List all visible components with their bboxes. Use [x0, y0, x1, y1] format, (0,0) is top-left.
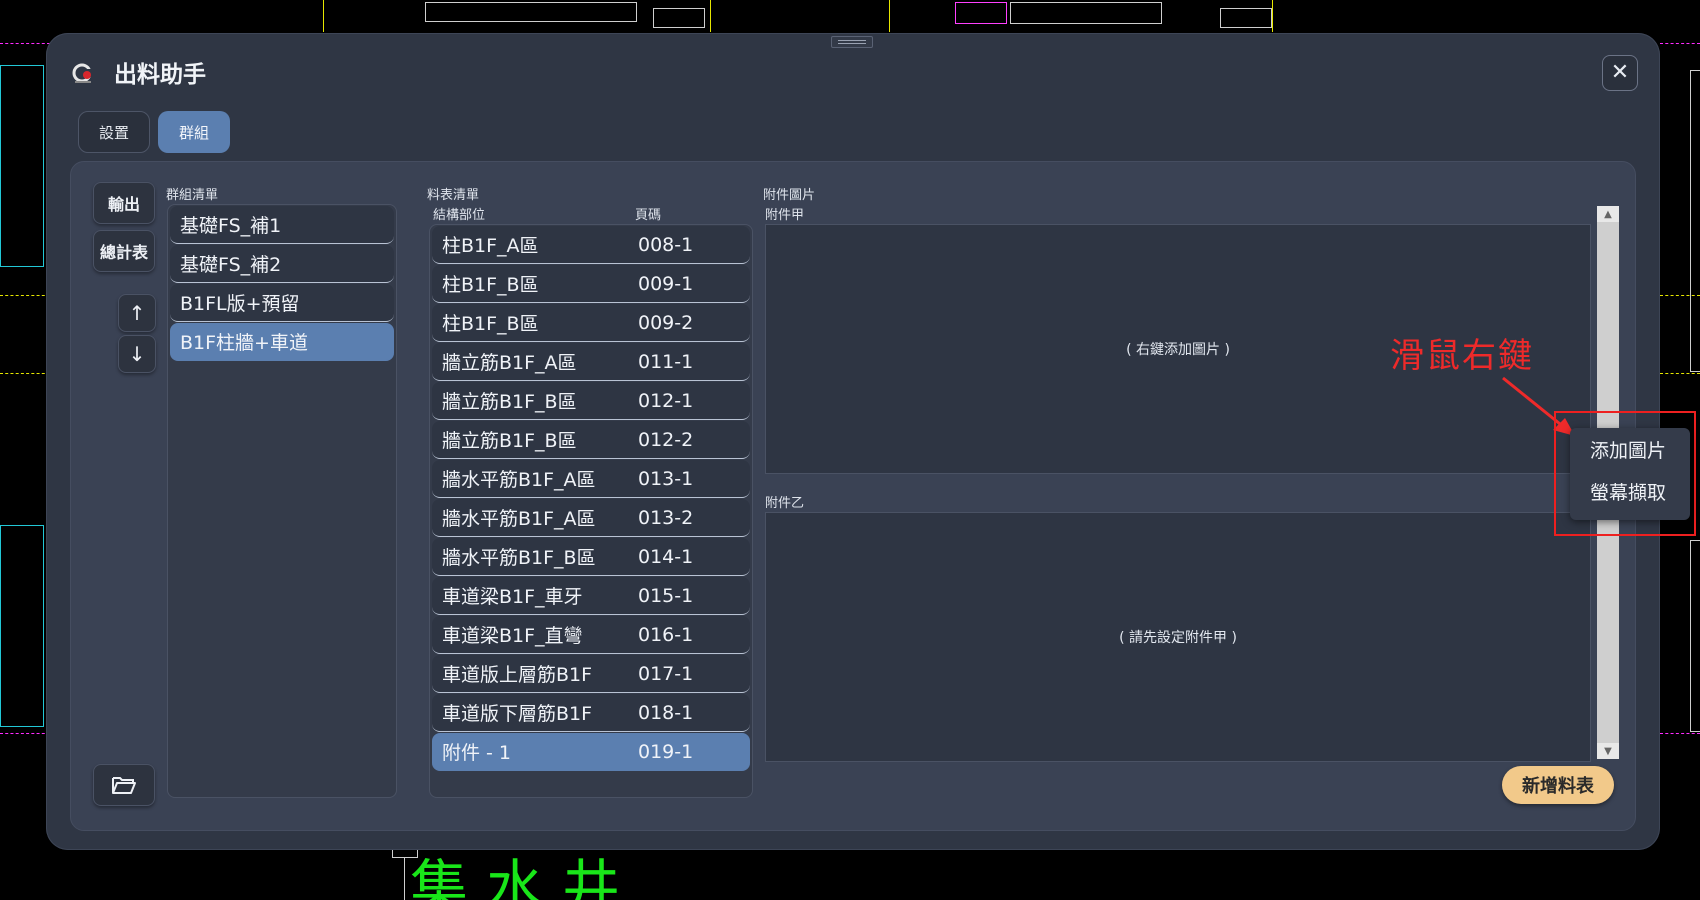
group-name: 基礎FS_補1 [180, 215, 282, 237]
sheet-part: 車道梁B1F_直彎 [442, 625, 583, 647]
drag-handle[interactable] [831, 36, 873, 48]
sheet-list[interactable]: 柱B1F_A區 008-1 柱B1F_B區 009-1 柱B1F_B區 009-2 牆立筋B… [429, 224, 753, 798]
sheet-part: 牆水平筋B1F_A區 [442, 508, 596, 530]
cad-title-text: 集水井 [410, 853, 639, 900]
sheet-page: 009-2 [638, 311, 694, 334]
sheet-list-row[interactable]: 牆立筋B1F_B區 012-1 [432, 382, 750, 420]
sheet-part: 牆水平筋B1F_A區 [442, 469, 596, 491]
sheet-page: 015-1 [638, 584, 694, 607]
sheet-list-row[interactable]: 車道梁B1F_車牙 015-1 [432, 577, 750, 615]
group-list-item[interactable]: 基礎FS_補1 [170, 206, 394, 244]
summary-button[interactable]: 總計表 [93, 230, 155, 272]
close-button[interactable]: ✕ [1602, 55, 1638, 91]
sheet-list-row[interactable]: 車道梁B1F_直彎 016-1 [432, 616, 750, 654]
open-folder-button[interactable] [93, 764, 155, 806]
context-menu: 添加圖片 螢幕擷取 [1570, 428, 1690, 520]
tab-settings[interactable]: 設置 [78, 111, 150, 153]
window-title: 出料助手 [114, 62, 206, 88]
sheet-list-row[interactable]: 牆水平筋B1F_A區 013-2 [432, 499, 750, 537]
sheet-part: 牆水平筋B1F_B區 [442, 547, 596, 569]
sheet-part: 柱B1F_A區 [442, 235, 539, 257]
attachment-b-placeholder: ( 請先設定附件甲 ) [1119, 630, 1237, 646]
sheet-part: 柱B1F_B區 [442, 313, 539, 335]
folder-open-icon [112, 777, 136, 794]
sheet-part: 牆立筋B1F_B區 [442, 391, 577, 413]
group-list-item[interactable]: B1F柱牆+車道 [170, 323, 394, 361]
arrow-up-icon: ↑ [128, 301, 146, 325]
group-name: 基礎FS_補2 [180, 254, 282, 276]
add-sheet-button[interactable]: 新增料表 [1502, 766, 1614, 804]
sheet-part: 柱B1F_B區 [442, 274, 539, 296]
group-list-item[interactable]: 基礎FS_補2 [170, 245, 394, 283]
sheet-page: 019-1 [638, 740, 694, 763]
groups-panel: 輸出 總計表 ↑ ↓ 群組清單 基礎FS_補1 基礎FS_補2 B1FL版+預留 B1… [70, 161, 1636, 831]
sheet-part: 車道梁B1F_車牙 [442, 586, 583, 608]
sheet-list-row[interactable]: 牆立筋B1F_B區 012-2 [432, 421, 750, 459]
context-menu-add-image[interactable]: 添加圖片 [1570, 428, 1690, 470]
sheet-list-row[interactable]: 柱B1F_B區 009-1 [432, 265, 750, 303]
attachments-label: 附件圖片 [763, 188, 816, 203]
sheet-list-row[interactable]: 柱B1F_B區 009-2 [432, 304, 750, 342]
context-menu-screen-capture[interactable]: 螢幕擷取 [1570, 470, 1690, 512]
group-list[interactable]: 基礎FS_補1 基礎FS_補2 B1FL版+預留 B1F柱牆+車道 [167, 204, 397, 798]
group-list-item[interactable]: B1FL版+預留 [170, 284, 394, 322]
sheet-page: 012-2 [638, 428, 694, 451]
sheet-part: 牆立筋B1F_B區 [442, 430, 577, 452]
attachment-b-label: 附件乙 [765, 496, 805, 511]
sheet-list-row[interactable]: 柱B1F_A區 008-1 [432, 226, 750, 264]
sheet-page: 012-1 [638, 389, 694, 412]
scroll-up-icon[interactable]: ▲ [1597, 206, 1619, 222]
group-list-label: 群組清單 [166, 188, 219, 203]
sheet-list-row[interactable]: 車道版下層筋B1F 018-1 [432, 694, 750, 732]
move-up-button[interactable]: ↑ [118, 294, 156, 332]
sheet-list-label: 料表清單 [427, 188, 480, 203]
sheet-page: 017-1 [638, 662, 694, 685]
arrow-down-icon: ↓ [128, 342, 146, 366]
cad-logo-icon [72, 63, 92, 83]
sheet-page: 016-1 [638, 623, 694, 646]
sheet-list-row[interactable]: 附件 - 1 019-1 [432, 733, 750, 771]
tab-groups[interactable]: 群組 [158, 111, 230, 153]
sheet-list-row[interactable]: 車道版上層筋B1F 017-1 [432, 655, 750, 693]
attachment-a-placeholder: ( 右鍵添加圖片 ) [1126, 342, 1230, 358]
sheet-page: 014-1 [638, 545, 694, 568]
sheet-list-row[interactable]: 牆水平筋B1F_A區 013-1 [432, 460, 750, 498]
group-name: B1F柱牆+車道 [180, 332, 308, 354]
sheet-page: 011-1 [638, 350, 694, 373]
col-header-part: 結構部位 [433, 208, 486, 223]
close-icon: ✕ [1610, 60, 1630, 85]
move-down-button[interactable]: ↓ [118, 335, 156, 373]
scroll-down-icon[interactable]: ▼ [1597, 743, 1619, 759]
group-name: B1FL版+預留 [180, 293, 300, 315]
material-assistant-dialog: 出料助手 ✕ 設置 群組 輸出 總計表 ↑ ↓ 群組清單 基礎FS_補1 基礎FS… [46, 33, 1660, 850]
attachment-b-area[interactable]: ( 請先設定附件甲 ) [765, 512, 1591, 762]
sheet-list-row[interactable]: 牆立筋B1F_A區 011-1 [432, 343, 750, 381]
sheet-page: 008-1 [638, 233, 694, 256]
sheet-part: 牆立筋B1F_A區 [442, 352, 577, 374]
sheet-part: 附件 - 1 [442, 742, 512, 764]
attachment-a-label: 附件甲 [765, 208, 805, 223]
sheet-page: 009-1 [638, 272, 694, 295]
export-button[interactable]: 輸出 [93, 182, 155, 224]
sheet-list-row[interactable]: 牆水平筋B1F_B區 014-1 [432, 538, 750, 576]
sheet-page: 013-1 [638, 467, 694, 490]
col-header-page: 頁碼 [635, 208, 662, 223]
sheet-part: 車道版上層筋B1F [442, 664, 593, 686]
sheet-part: 車道版下層筋B1F [442, 703, 593, 725]
sheet-page: 018-1 [638, 701, 694, 724]
sheet-page: 013-2 [638, 506, 694, 529]
